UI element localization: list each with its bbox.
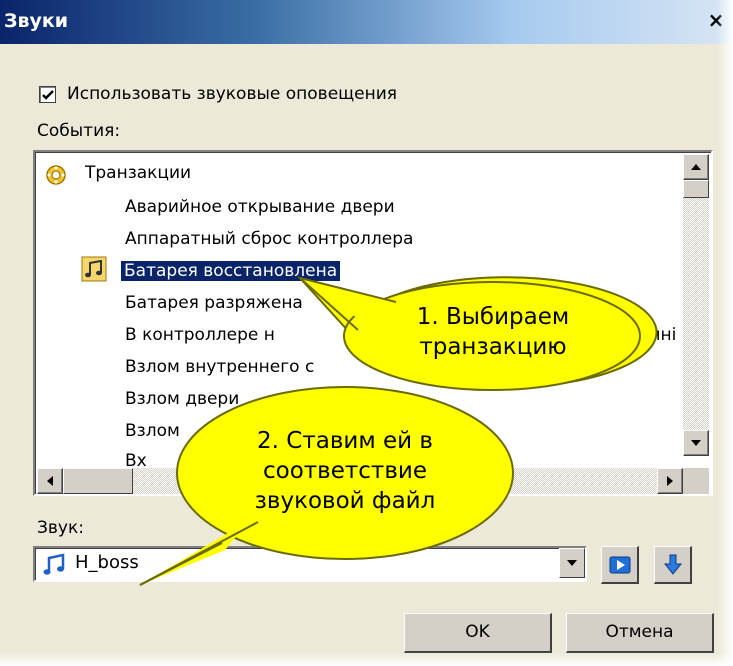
callout-1-text: 1. Выбираем транзакцию — [368, 302, 618, 362]
arrow-right-icon — [667, 476, 673, 486]
play-icon — [609, 556, 631, 574]
callout-1-line: 1. Выбираем — [416, 304, 570, 330]
sound-label: Звук: — [37, 518, 84, 538]
scrollbar-corner — [683, 468, 709, 494]
callout-2-text: 2. Ставим ей в соответствие звуковой фай… — [195, 426, 495, 516]
window-title: Звуки — [4, 10, 69, 32]
arrow-left-icon — [47, 476, 53, 486]
tree-item-label: В контроллере н — [125, 325, 275, 345]
horizontal-scroll-thumb[interactable] — [63, 468, 133, 494]
tree-item-label: Батарея разряжена — [125, 293, 303, 313]
tree-item[interactable]: Взлом — [125, 416, 180, 446]
sounds-dialog: Звуки × Использовать звуковые оповещения… — [0, 0, 733, 666]
tree-item[interactable]: Батарея разряжена — [125, 288, 303, 318]
arrow-up-icon — [691, 164, 701, 170]
tree-root-label: Транзакции — [85, 163, 192, 183]
tree-item-label: Взлом — [125, 421, 180, 441]
tree-item[interactable]: Аппаратный сброс контроллера — [125, 224, 413, 254]
ok-button[interactable]: OK — [404, 613, 552, 653]
cancel-button[interactable]: Отмена — [566, 613, 714, 653]
tree-item-label: Взлом двери — [125, 389, 240, 409]
tree-item-label: Аппаратный сброс контроллера — [125, 229, 414, 249]
tree-item-selected[interactable]: Батарея восстановлена — [121, 256, 341, 286]
title-bar[interactable]: Звуки × — [0, 0, 733, 44]
callout-1-line: транзакцию — [419, 334, 567, 360]
transactions-icon — [46, 165, 66, 185]
callout-2-line: звуковой файл — [254, 488, 436, 514]
sound-dropdown-button[interactable] — [559, 548, 585, 578]
arrow-down-blue-icon — [663, 554, 683, 575]
tree-item-label: Батарея восстановлена — [121, 261, 341, 281]
arrow-down-icon — [691, 440, 701, 446]
sound-select-value: H_boss — [75, 552, 139, 573]
music-note-icon — [81, 256, 107, 282]
sound-select[interactable]: H_boss — [33, 546, 587, 582]
use-sounds-checkbox[interactable] — [39, 86, 56, 103]
download-sound-button[interactable] — [654, 546, 692, 584]
edge-fade-right — [717, 0, 733, 666]
callout-2-line: 2. Ставим ей в — [257, 428, 433, 454]
scroll-up-button[interactable] — [683, 154, 709, 180]
tree-item-label: Аварийное открывание двери — [125, 197, 395, 217]
vertical-scrollbar[interactable] — [683, 154, 709, 456]
tree-item-tail: анні — [639, 320, 676, 350]
tree-item-label: Взлом внутреннего с — [125, 357, 315, 377]
edge-fade-bottom — [0, 652, 733, 666]
vertical-scroll-thumb[interactable] — [683, 180, 709, 198]
close-icon[interactable]: × — [705, 8, 727, 32]
tree-item-label: анні — [639, 325, 677, 345]
callout-2-line: соответствие — [263, 458, 427, 484]
play-sound-button[interactable] — [601, 546, 639, 584]
events-label: События: — [37, 121, 121, 141]
use-sounds-label: Использовать звуковые оповещения — [67, 84, 398, 104]
scroll-right-button[interactable] — [657, 468, 683, 494]
tree-item[interactable]: В контроллере н — [125, 320, 275, 350]
scroll-left-button[interactable] — [37, 468, 63, 494]
tree-item[interactable]: Взлом внутреннего с — [125, 352, 314, 382]
tree-item[interactable]: Взлом двери — [125, 384, 239, 414]
scroll-down-button[interactable] — [683, 430, 709, 456]
checkmark-icon — [42, 90, 54, 100]
music-note-icon — [43, 553, 65, 575]
tree-item[interactable]: Аварийное открывание двери — [125, 192, 395, 222]
chevron-down-icon — [567, 560, 577, 566]
